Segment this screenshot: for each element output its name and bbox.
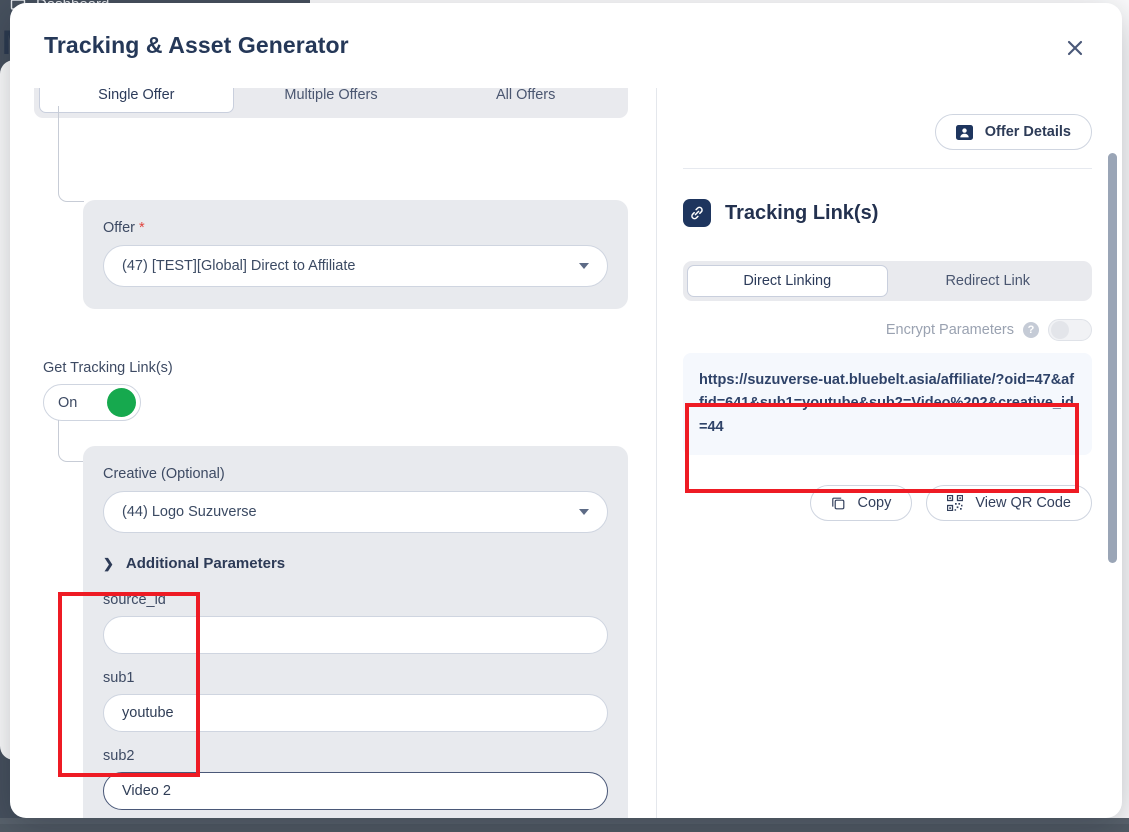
creative-select-value: (44) Logo Suzuverse <box>122 504 257 520</box>
offer-select[interactable]: (47) [TEST][Global] Direct to Affiliate <box>103 245 608 287</box>
view-qr-code-label: View QR Code <box>975 495 1071 511</box>
help-circle-icon[interactable]: ? <box>1023 322 1039 338</box>
copy-icon <box>831 496 846 511</box>
offer-label-text: Offer <box>103 220 135 236</box>
toggle-knob <box>107 388 136 417</box>
tracking-links-heading: Tracking Link(s) <box>683 199 1092 227</box>
additional-parameters-title: Additional Parameters <box>126 555 285 572</box>
get-tracking-links-label: Get Tracking Link(s) <box>43 360 173 376</box>
preview-column: Offer Details Tracking Link(s) Direct Li… <box>657 88 1122 818</box>
offer-panel: Offer * (47) [TEST][Global] Direct to Af… <box>83 200 628 309</box>
sub1-label: sub1 <box>103 670 608 686</box>
tracking-links-title: Tracking Link(s) <box>725 202 878 225</box>
background-bottom-bar-shadow <box>0 824 1129 832</box>
tab-redirect-link[interactable]: Redirect Link <box>888 265 1089 297</box>
view-qr-code-button[interactable]: View QR Code <box>926 485 1092 521</box>
tree-connector-creative <box>58 420 84 462</box>
copy-label: Copy <box>858 495 892 511</box>
section-divider <box>683 168 1092 169</box>
creative-select[interactable]: (44) Logo Suzuverse <box>103 491 608 533</box>
chevron-down-icon <box>579 509 589 515</box>
modal-header: Tracking & Asset Generator <box>10 3 1122 88</box>
param-row-sub1: sub1 <box>103 670 608 732</box>
encrypt-parameters-row: Encrypt Parameters ? <box>683 319 1092 341</box>
sub2-label: sub2 <box>103 748 608 764</box>
form-column: Single Offer Multiple Offers All Offers … <box>10 88 657 818</box>
get-tracking-links-group: Get Tracking Link(s) On <box>43 360 173 421</box>
required-asterisk: * <box>139 220 145 236</box>
source-id-input[interactable] <box>103 616 608 654</box>
tracking-asset-generator-modal: Tracking & Asset Generator Single Offer … <box>10 3 1122 818</box>
toggle-state-label: On <box>58 395 77 411</box>
creative-field-label: Creative (Optional) <box>103 466 608 482</box>
copy-button[interactable]: Copy <box>810 485 913 521</box>
param-row-source_id: source_id <box>103 592 608 654</box>
tree-connector-offer <box>58 106 84 202</box>
page-title: Tracking & Asset Generator <box>44 32 349 59</box>
chevron-down-icon <box>579 263 589 269</box>
additional-parameters-accordion[interactable]: ❯ Additional Parameters <box>103 555 608 572</box>
offer-details-label: Offer Details <box>985 124 1071 140</box>
offer-details-button[interactable]: Offer Details <box>935 114 1092 150</box>
tab-direct-linking[interactable]: Direct Linking <box>687 265 888 297</box>
contact-card-icon <box>956 125 973 140</box>
offer-mode-tabbar: Single Offer Multiple Offers All Offers <box>34 88 628 118</box>
source-id-label: source_id <box>103 592 608 608</box>
tracking-url-actions: Copy <box>683 485 1092 521</box>
offer-field-label: Offer * <box>103 220 608 236</box>
encrypt-parameters-label: Encrypt Parameters <box>886 322 1014 338</box>
link-chain-icon <box>683 199 711 227</box>
tracking-url-text[interactable]: https://suzuverse-uat.bluebelt.asia/affi… <box>683 353 1092 455</box>
param-row-sub2: sub2 <box>103 748 608 810</box>
sub2-input[interactable] <box>103 772 608 810</box>
offer-details-row: Offer Details <box>683 114 1092 150</box>
sub1-input[interactable] <box>103 694 608 732</box>
modal-body: Single Offer Multiple Offers All Offers … <box>10 88 1122 818</box>
toggle-knob <box>1051 321 1069 339</box>
tab-all-offers[interactable]: All Offers <box>428 88 623 113</box>
chevron-down-icon: ❯ <box>103 557 114 570</box>
creative-panel: Creative (Optional) (44) Logo Suzuverse … <box>83 446 628 818</box>
tab-multiple-offers[interactable]: Multiple Offers <box>234 88 429 113</box>
close-icon[interactable] <box>1058 31 1092 65</box>
offer-select-value: (47) [TEST][Global] Direct to Affiliate <box>122 258 355 274</box>
get-tracking-links-toggle[interactable]: On <box>43 384 141 421</box>
encrypt-parameters-toggle[interactable] <box>1048 319 1092 341</box>
qr-code-icon <box>947 495 963 511</box>
link-type-tabbar: Direct Linking Redirect Link <box>683 261 1092 301</box>
modal-scrollbar-thumb[interactable] <box>1108 153 1117 563</box>
